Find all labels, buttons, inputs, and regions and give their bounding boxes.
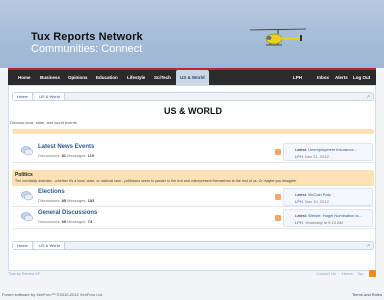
- main-content: Home US & World ↗ US & WORLD Discuss loc…: [8, 85, 376, 271]
- breadcrumb-home[interactable]: Home: [13, 93, 33, 100]
- forum-title[interactable]: Latest News Events: [38, 144, 94, 150]
- helicopter-logo: [249, 28, 307, 46]
- rss-icon[interactable]: [275, 215, 281, 221]
- footer-top-link[interactable]: Top: [357, 271, 363, 276]
- main-navigation: Home Business Opinions Education Lifesty…: [8, 68, 376, 85]
- forum-title[interactable]: Elections: [38, 189, 65, 195]
- latest-user-link: LPH: [295, 220, 303, 225]
- breadcrumb-us-world[interactable]: US & World: [35, 242, 65, 249]
- footer-home-link[interactable]: Home: [342, 271, 353, 276]
- nav-inbox[interactable]: Inbox: [317, 70, 329, 85]
- forum-bubble-icon: [21, 146, 33, 156]
- breadcrumb: Home US & World ↗: [12, 92, 374, 101]
- rss-icon[interactable]: [275, 149, 281, 155]
- latest-post[interactable]: Latest: McCain Pals LPH, Nov 10, 2012: [283, 188, 373, 206]
- footer-links: Twenty Eleven XF Contact Us Home Top: [0, 270, 384, 283]
- forum-bubble-icon: [21, 212, 33, 222]
- footer-contact-link[interactable]: Contact Us: [316, 271, 336, 276]
- latest-user-link: LPH: [295, 154, 303, 159]
- copyright-text[interactable]: Forum software by XenForo™ ©2010-2012 Xe…: [2, 292, 103, 297]
- site-title[interactable]: Tux Reports Network: [31, 31, 143, 43]
- forum-stats: Discussions: 81 Messages: 110: [38, 153, 95, 158]
- nav-tab-us-world[interactable]: US & World: [176, 70, 209, 85]
- forum-stats: Discussions: 68 Messages: 74: [38, 219, 93, 224]
- nav-user-lph[interactable]: LPH: [293, 70, 302, 85]
- latest-post[interactable]: Latest: Weiser: Hagel Nomination is... L…: [283, 209, 373, 227]
- nav-tab-opinions[interactable]: Opinions: [68, 70, 88, 85]
- forum-stats: Discussions: 85 Messages: 183: [38, 198, 95, 203]
- forum-bubble-icon: [21, 191, 33, 201]
- nav-tab-scitech[interactable]: SciTech: [154, 70, 171, 85]
- breadcrumb-home[interactable]: Home: [13, 242, 33, 249]
- nav-tab-education[interactable]: Education: [96, 70, 118, 85]
- page-description: Discuss local, state, and world events: [10, 120, 77, 125]
- forum-title[interactable]: General Discussions: [38, 210, 97, 216]
- style-chooser-link[interactable]: Twenty Eleven XF: [8, 271, 40, 276]
- terms-link[interactable]: Terms and Rules: [352, 292, 382, 297]
- rss-icon[interactable]: [275, 194, 281, 200]
- latest-post[interactable]: Latest: Unemployment Insurance... LPH, D…: [283, 143, 373, 161]
- category-politics: Politics The inevitably dramatic - wheth…: [12, 170, 374, 186]
- nav-tab-lifestyle[interactable]: Lifestyle: [127, 70, 145, 85]
- nav-tab-business[interactable]: Business: [40, 70, 60, 85]
- forum-row: Elections Discussions: 85 Messages: 183 …: [12, 186, 374, 207]
- page-title: US & WORLD: [164, 106, 222, 116]
- latest-thread-link: Unemployment Insurance...: [308, 147, 358, 152]
- latest-user-link: LPH: [295, 199, 303, 204]
- breadcrumb-us-world[interactable]: US & World: [35, 93, 65, 100]
- latest-thread-link: Weiser: Hagel Nomination is...: [308, 213, 362, 218]
- jump-arrow-icon[interactable]: ↗: [366, 93, 370, 100]
- forum-row: General Discussions Discussions: 68 Mess…: [12, 207, 374, 229]
- nav-alerts[interactable]: Alerts: [335, 70, 348, 85]
- forum-row: Latest News Events Discussions: 81 Messa…: [12, 141, 374, 163]
- site-header: Tux Reports Network Communities: Connect: [0, 0, 384, 68]
- rss-feed-icon[interactable]: [369, 270, 376, 277]
- site-subtitle: Communities: Connect: [31, 43, 143, 55]
- nav-tab-home[interactable]: Home: [18, 70, 31, 85]
- copyright-bar: Forum software by XenForo™ ©2010-2012 Xe…: [0, 292, 384, 300]
- jump-arrow-icon[interactable]: ↗: [366, 242, 370, 249]
- nav-logout[interactable]: Log Out: [353, 70, 370, 85]
- category-description: The inevitably dramatic - whether it's a…: [15, 179, 297, 183]
- breadcrumb-bottom: Home US & World ↗: [12, 241, 374, 250]
- latest-thread-link: McCain Pals: [308, 192, 331, 197]
- category-title[interactable]: Politics: [15, 172, 33, 178]
- forum-list-header: [12, 129, 374, 134]
